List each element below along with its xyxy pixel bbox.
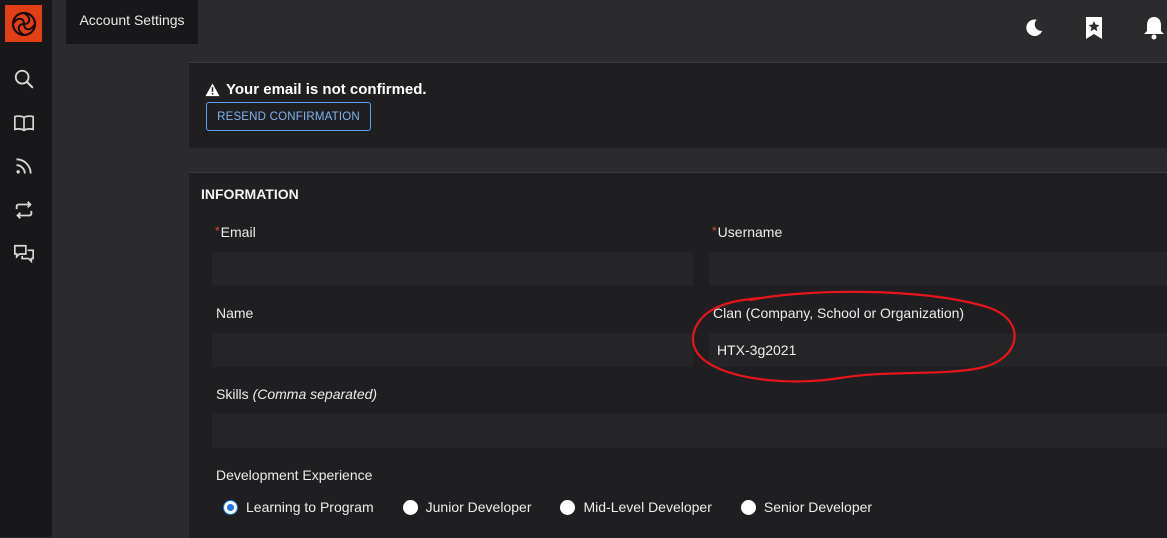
information-panel: INFORMATION *Email *Username Name Clan (… (189, 172, 1167, 538)
email-label: *Email (215, 224, 256, 240)
radio-button[interactable] (223, 499, 238, 515)
username-label: *Username (712, 224, 782, 240)
search-icon[interactable] (12, 67, 36, 91)
required-marker: * (215, 224, 220, 238)
experience-radio-group: Learning to Program Junior Developer Mid… (223, 499, 901, 515)
warning-icon (205, 82, 220, 96)
section-title: INFORMATION (201, 186, 299, 202)
skills-label: Skills (Comma separated) (216, 386, 377, 402)
bell-icon[interactable] (1141, 14, 1167, 42)
username-label-text: Username (717, 224, 783, 240)
radio-junior-developer[interactable]: Junior Developer (402, 499, 532, 515)
alert-message: Your email is not confirmed. (205, 81, 427, 98)
tab-account-settings[interactable]: Account Settings (66, 0, 198, 44)
skills-hint: (Comma separated) (252, 386, 378, 402)
name-label: Name (216, 305, 254, 321)
username-field[interactable] (709, 252, 1167, 286)
clan-field[interactable]: HTX-3g2021 (709, 333, 1167, 367)
alert-text: Your email is not confirmed. (226, 81, 427, 98)
moon-icon[interactable] (1021, 14, 1047, 42)
sidebar (0, 0, 52, 537)
radio-mid-level-developer[interactable]: Mid-Level Developer (560, 499, 712, 515)
email-label-text: Email (220, 224, 256, 240)
name-field[interactable] (212, 333, 693, 367)
email-alert-panel: Your email is not confirmed. RESEND CONF… (189, 62, 1167, 148)
required-marker: * (712, 224, 717, 238)
experience-label: Development Experience (216, 467, 373, 483)
radio-learning-to-program[interactable]: Learning to Program (223, 499, 374, 515)
radio-label: Mid-Level Developer (583, 499, 712, 515)
radio-button[interactable] (740, 499, 756, 515)
radio-label: Learning to Program (246, 499, 374, 515)
chat-icon[interactable] (12, 242, 36, 266)
rss-icon[interactable] (12, 154, 36, 178)
top-bar (52, 0, 1167, 60)
bookmark-star-icon[interactable] (1081, 14, 1107, 42)
brand-logo[interactable] (5, 5, 42, 42)
radio-label: Senior Developer (763, 499, 873, 515)
skills-field[interactable] (212, 414, 1167, 448)
brand-logo-icon (11, 11, 36, 36)
radio-label: Junior Developer (425, 499, 532, 515)
resend-confirmation-button[interactable]: RESEND CONFIRMATION (206, 102, 371, 131)
radio-senior-developer[interactable]: Senior Developer (740, 499, 873, 515)
radio-button[interactable] (560, 499, 576, 515)
radio-button[interactable] (402, 499, 418, 515)
skills-label-text: Skills (216, 386, 249, 402)
clan-label: Clan (Company, School or Organization) (713, 305, 965, 321)
book-icon[interactable] (12, 111, 36, 135)
repeat-icon[interactable] (12, 198, 36, 222)
email-field[interactable] (212, 252, 693, 286)
